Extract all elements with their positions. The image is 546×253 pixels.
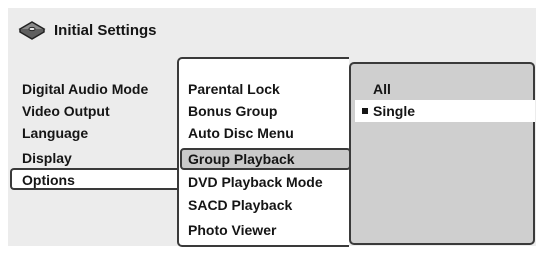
page-title: Initial Settings <box>54 21 157 39</box>
submenu-item-dvd-playback-mode[interactable]: DVD Playback Mode <box>188 172 323 192</box>
current-value-bullet-icon <box>362 108 368 115</box>
menu-item-options[interactable]: Options <box>22 170 75 190</box>
submenu-item-bonus-group[interactable]: Bonus Group <box>188 101 277 121</box>
header: Initial Settings <box>18 18 157 42</box>
value-option-single-label: Single <box>373 103 416 119</box>
menu-item-language[interactable]: Language <box>22 123 88 143</box>
submenu-item-group-playback[interactable]: Group Playback <box>188 149 295 169</box>
disc-icon <box>18 20 46 40</box>
osd-screen: Initial Settings Digital Audio Mode Vide… <box>0 0 546 253</box>
value-option-single[interactable]: Single <box>362 101 415 121</box>
value-option-all[interactable]: All <box>373 79 391 99</box>
menu-item-video-output[interactable]: Video Output <box>22 101 110 121</box>
menu-item-digital-audio-mode[interactable]: Digital Audio Mode <box>22 79 148 99</box>
submenu-item-parental-lock[interactable]: Parental Lock <box>188 79 280 99</box>
submenu-item-photo-viewer[interactable]: Photo Viewer <box>188 220 276 240</box>
submenu-item-sacd-playback[interactable]: SACD Playback <box>188 195 292 215</box>
submenu-item-auto-disc-menu[interactable]: Auto Disc Menu <box>188 123 294 143</box>
menu-item-display[interactable]: Display <box>22 148 72 168</box>
